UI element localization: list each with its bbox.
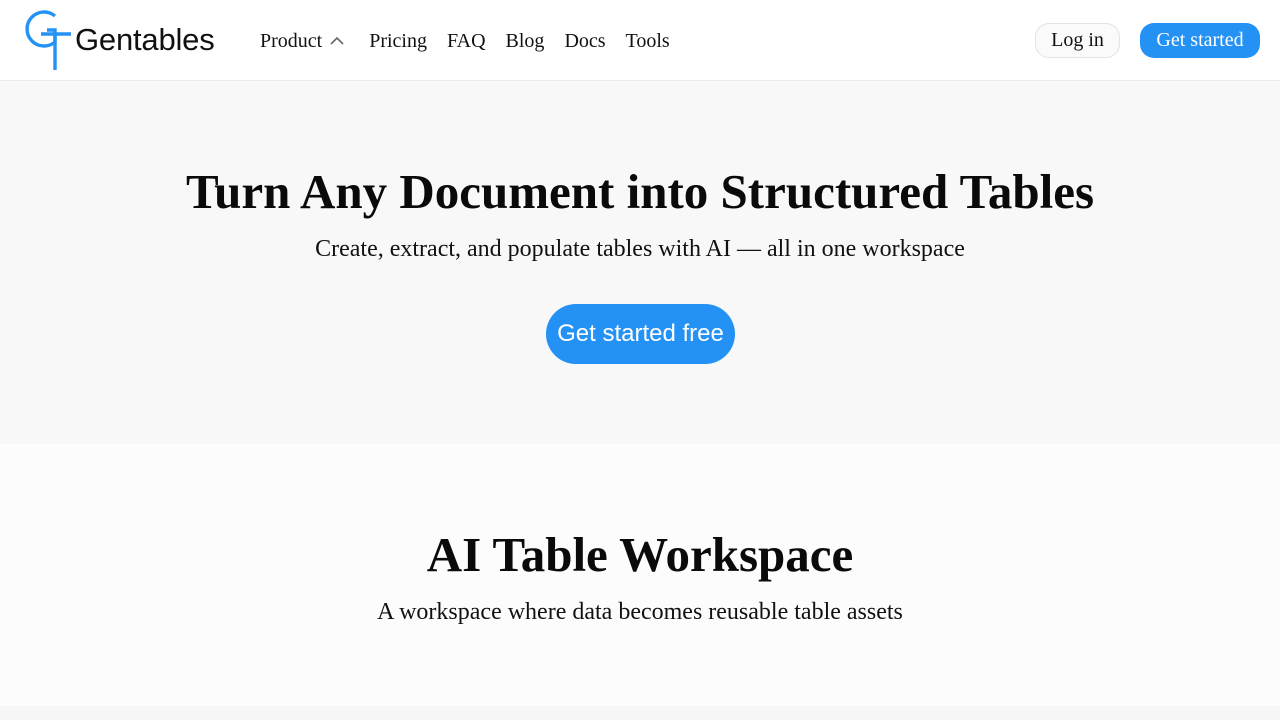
brand-name: Gentables	[75, 22, 215, 57]
nav-item-product[interactable]: Product	[260, 28, 345, 54]
nav-item-label: Product	[260, 30, 323, 52]
next-section-edge	[0, 706, 1280, 720]
get-started-free-button[interactable]: Get started free	[546, 304, 735, 364]
chevron-up-icon	[330, 36, 344, 45]
get-started-button[interactable]: Get started	[1140, 23, 1260, 58]
nav-item-faq[interactable]: FAQ	[447, 28, 486, 54]
nav-item-tools[interactable]: Tools	[626, 28, 670, 54]
hero-subtitle: Create, extract, and populate tables wit…	[315, 236, 965, 262]
hero-title: Turn Any Document into Structured Tables	[185, 164, 1095, 219]
site-header: Gentables Product Pricing FAQ Blog Docs …	[0, 0, 1280, 81]
main-nav: Product Pricing FAQ Blog Docs Tools	[260, 28, 690, 54]
nav-item-docs[interactable]: Docs	[564, 28, 605, 54]
login-button[interactable]: Log in	[1035, 23, 1120, 58]
workspace-title: AI Table Workspace	[426, 527, 854, 582]
hero-section: Turn Any Document into Structured Tables…	[0, 81, 1280, 444]
workspace-subtitle: A workspace where data becomes reusable …	[377, 599, 903, 625]
gt-monogram-icon	[25, 10, 71, 70]
nav-item-blog[interactable]: Blog	[506, 28, 545, 54]
nav-item-pricing[interactable]: Pricing	[369, 28, 427, 54]
brand-logo[interactable]: Gentables	[19, 9, 229, 71]
workspace-section: AI Table Workspace A workspace where dat…	[0, 444, 1280, 706]
